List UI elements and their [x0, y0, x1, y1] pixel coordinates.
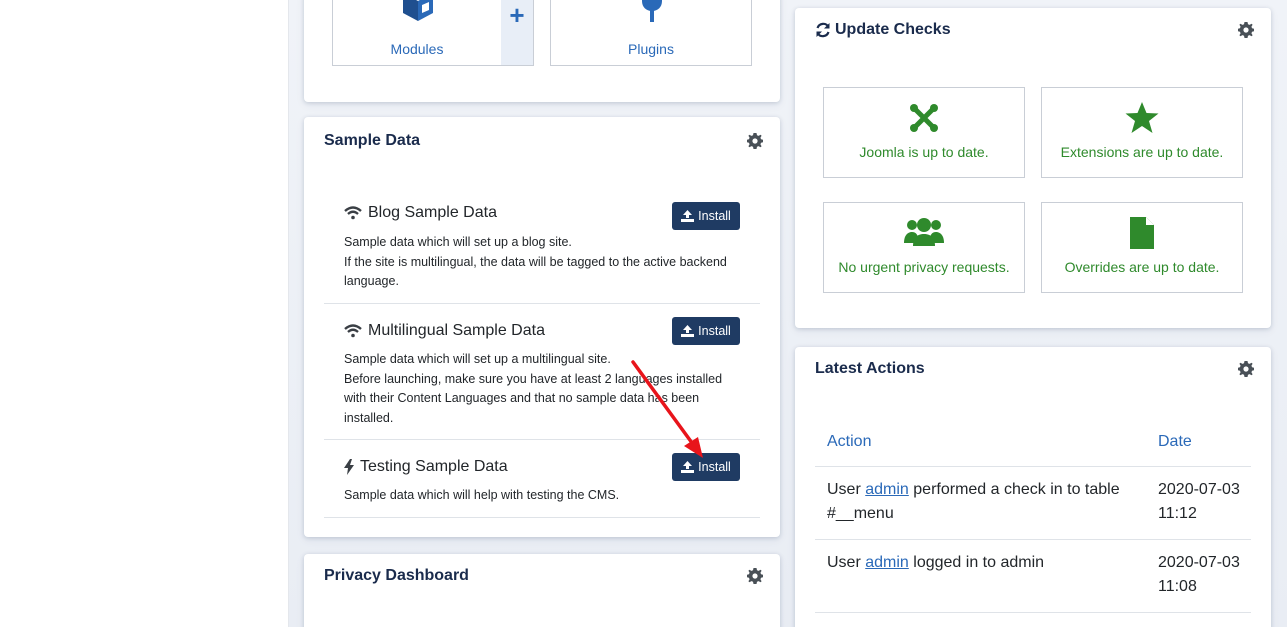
table-row: User admin performed a check in to table… [827, 481, 1120, 522]
sync-icon [816, 22, 830, 38]
upload-icon [681, 325, 695, 337]
table-row: User admin logged in to admin [827, 554, 1045, 571]
gear-icon[interactable] [1238, 22, 1254, 38]
sample-item-heading: Testing Sample Data [344, 458, 508, 476]
sample-data-title: Sample Data [324, 132, 421, 149]
sample-data-card: Sample Data Blog Sample Data Install Sam… [304, 117, 780, 537]
sample-item-description: Sample data which will set up a multilin… [344, 352, 723, 425]
latest-actions-card: Latest Actions Action Date User admin pe… [795, 347, 1271, 627]
list-item: Testing Sample Data Install Sample data … [324, 440, 760, 518]
modules-tile[interactable]: + Modules [332, 0, 534, 66]
quick-icons-card: + Modules Plugins [304, 0, 780, 102]
privacy-status-label: No urgent privacy requests. [838, 259, 1010, 275]
list-item: Blog Sample Data Install Sample data whi… [324, 197, 760, 304]
joomla-status-tile[interactable]: Joomla is up to date. [823, 87, 1025, 178]
privacy-status-tile[interactable]: No urgent privacy requests. [823, 202, 1025, 293]
gear-icon[interactable] [1238, 361, 1254, 377]
list-item: Multilingual Sample Data Install Sample … [324, 304, 760, 440]
sample-item-title: Blog Sample Data [368, 204, 497, 221]
row-date: 2020-07-03 11:12 [1158, 481, 1240, 522]
file-icon [1130, 217, 1154, 249]
sidebar-blank-area [0, 0, 289, 627]
sample-item-heading: Blog Sample Data [344, 204, 497, 222]
update-checks-title: Update Checks [835, 21, 951, 38]
star-icon [1125, 102, 1159, 133]
user-link[interactable]: admin [865, 481, 909, 498]
upload-icon [681, 461, 695, 473]
privacy-dashboard-title: Privacy Dashboard [324, 567, 469, 584]
extensions-status-tile[interactable]: Extensions are up to date. [1041, 87, 1243, 178]
plugins-label: Plugins [628, 41, 674, 57]
extensions-status-label: Extensions are up to date. [1060, 144, 1224, 160]
update-checks-heading: Update Checks [815, 21, 951, 39]
latest-actions-title: Latest Actions [815, 360, 925, 377]
overrides-status-tile[interactable]: Overrides are up to date. [1041, 202, 1243, 293]
cube-icon [403, 0, 433, 21]
wifi-icon [344, 206, 362, 220]
table-divider [815, 539, 1251, 540]
plug-icon [642, 0, 662, 22]
joomla-icon [910, 104, 938, 132]
joomla-status-label: Joomla is up to date. [859, 144, 989, 160]
privacy-dashboard-card: Privacy Dashboard [304, 554, 780, 627]
upload-icon [681, 210, 695, 222]
install-button[interactable]: Install [672, 317, 740, 345]
add-module-button[interactable]: + [501, 0, 533, 65]
gear-icon[interactable] [747, 133, 763, 149]
overrides-status-label: Overrides are up to date. [1064, 259, 1220, 275]
column-header-date[interactable]: Date [1158, 433, 1192, 451]
install-button[interactable]: Install [672, 202, 740, 230]
gear-icon[interactable] [747, 568, 763, 584]
row-date: 2020-07-03 11:08 [1158, 554, 1240, 595]
sample-item-description: Sample data which will help with testing… [344, 488, 620, 502]
modules-label: Modules [390, 41, 444, 57]
users-icon [904, 218, 944, 246]
table-divider [815, 466, 1251, 467]
install-label: Install [698, 324, 731, 338]
user-link[interactable]: admin [865, 554, 909, 571]
sample-item-title: Testing Sample Data [360, 458, 508, 475]
wifi-icon [344, 324, 362, 338]
update-checks-card: Update Checks Joomla is up to date. Exte… [795, 8, 1271, 328]
plugins-tile[interactable]: Plugins [550, 0, 752, 66]
column-header-action[interactable]: Action [827, 433, 871, 451]
install-label: Install [698, 209, 731, 223]
table-divider [815, 612, 1251, 613]
install-button[interactable]: Install [672, 453, 740, 481]
sample-item-title: Multilingual Sample Data [368, 322, 545, 339]
sample-item-heading: Multilingual Sample Data [344, 322, 545, 340]
sample-item-description: Sample data which will set up a blog sit… [344, 235, 727, 288]
bolt-icon [344, 459, 354, 475]
install-label: Install [698, 460, 731, 474]
